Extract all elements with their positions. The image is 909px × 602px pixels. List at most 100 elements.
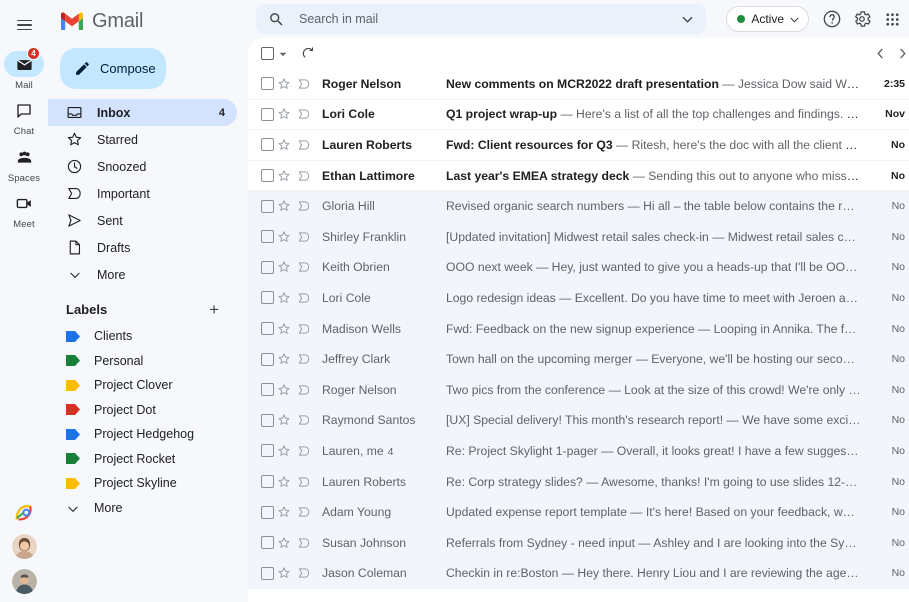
- contacts-icon[interactable]: [13, 502, 35, 524]
- sidebar-item-starred[interactable]: Starred: [48, 126, 237, 153]
- row-checkbox[interactable]: [261, 77, 274, 91]
- star-icon[interactable]: [274, 352, 294, 366]
- row-checkbox[interactable]: [261, 260, 274, 274]
- refresh-icon[interactable]: [296, 42, 320, 66]
- apps-grid-icon[interactable]: [877, 4, 907, 34]
- sidebar-label-project-skyline[interactable]: Project Skyline: [48, 471, 237, 496]
- table-row[interactable]: Lauren Roberts Re: Corp strategy slides? …: [248, 466, 909, 498]
- star-icon[interactable]: [274, 199, 294, 213]
- sidebar-item-drafts[interactable]: Drafts: [48, 234, 237, 261]
- sidebar-item-sent[interactable]: Sent: [48, 207, 237, 234]
- prev-page-button[interactable]: [869, 43, 891, 65]
- sidebar-label-project-rocket[interactable]: Project Rocket: [48, 447, 237, 472]
- row-checkbox[interactable]: [261, 199, 274, 213]
- star-icon[interactable]: [274, 291, 294, 305]
- sidebar-item-important[interactable]: Important: [48, 180, 237, 207]
- row-checkbox[interactable]: [261, 505, 274, 519]
- important-marker-icon[interactable]: [294, 230, 314, 244]
- important-marker-icon[interactable]: [294, 413, 314, 427]
- row-checkbox[interactable]: [261, 169, 274, 183]
- compose-button[interactable]: Compose: [60, 48, 166, 89]
- row-checkbox[interactable]: [261, 230, 274, 244]
- gear-icon[interactable]: [847, 4, 877, 34]
- star-icon[interactable]: [274, 107, 294, 121]
- row-checkbox[interactable]: [261, 475, 274, 489]
- important-marker-icon[interactable]: [294, 77, 314, 91]
- table-row[interactable]: Jason Coleman Checkin in re:Boston — Hey …: [248, 558, 909, 590]
- star-icon[interactable]: [274, 505, 294, 519]
- star-icon[interactable]: [274, 230, 294, 244]
- important-marker-icon[interactable]: [294, 444, 314, 458]
- star-icon[interactable]: [274, 138, 294, 152]
- hamburger-menu-icon[interactable]: [7, 8, 41, 42]
- plus-icon[interactable]: +: [209, 301, 219, 318]
- table-row[interactable]: Roger Nelson New comments on MCR2022 draf…: [248, 69, 909, 100]
- star-icon[interactable]: [274, 260, 294, 274]
- search-options-icon[interactable]: [676, 8, 698, 30]
- important-marker-icon[interactable]: [294, 352, 314, 366]
- important-marker-icon[interactable]: [294, 322, 314, 336]
- sidebar-labels-more[interactable]: More: [48, 496, 237, 521]
- next-page-button[interactable]: [891, 43, 909, 65]
- rail-item-mail[interactable]: 4 Mail: [0, 47, 48, 91]
- avatar-1[interactable]: [11, 534, 37, 559]
- sidebar-item-snoozed[interactable]: Snoozed: [48, 153, 237, 180]
- star-icon[interactable]: [274, 383, 294, 397]
- search-bar[interactable]: [256, 4, 707, 34]
- rail-item-meet[interactable]: Meet: [0, 191, 48, 230]
- important-marker-icon[interactable]: [294, 291, 314, 305]
- table-row[interactable]: Gloria Hill Revised organic search number…: [248, 191, 909, 222]
- table-row[interactable]: Jeffrey Clark Town hall on the upcoming m…: [248, 344, 909, 375]
- star-icon[interactable]: [274, 475, 294, 489]
- star-icon[interactable]: [274, 322, 294, 336]
- gmail-brand[interactable]: Gmail: [48, 2, 246, 40]
- row-checkbox[interactable]: [261, 383, 274, 397]
- sidebar-label-project-clover[interactable]: Project Clover: [48, 373, 237, 398]
- row-checkbox[interactable]: [261, 138, 274, 152]
- table-row[interactable]: Shirley Franklin [Updated invitation] Mid…: [248, 221, 909, 253]
- status-badge[interactable]: Active: [726, 6, 809, 32]
- star-icon[interactable]: [274, 77, 294, 91]
- row-checkbox[interactable]: [261, 566, 274, 580]
- sidebar-label-personal[interactable]: Personal: [48, 349, 237, 374]
- table-row[interactable]: Raymond Santos [UX] Special delivery! Thi…: [248, 405, 909, 437]
- important-marker-icon[interactable]: [294, 505, 314, 519]
- row-checkbox[interactable]: [261, 322, 274, 336]
- table-row[interactable]: Lauren Roberts Fwd: Client resources for …: [248, 130, 909, 161]
- table-row[interactable]: Lori Cole Q1 project wrap-up — Here's a l…: [248, 99, 909, 131]
- help-icon[interactable]: [817, 4, 847, 34]
- table-row[interactable]: Lauren, me 4 Re: Project Skylight 1-pager …: [248, 436, 909, 467]
- sidebar-label-clients[interactable]: Clients: [48, 324, 237, 349]
- table-row[interactable]: Keith Obrien OOO next week — Hey, just wa…: [248, 252, 909, 284]
- sidebar-label-project-hedgehog[interactable]: Project Hedgehog: [48, 422, 237, 447]
- sidebar-label-project-dot[interactable]: Project Dot: [48, 398, 237, 423]
- rail-item-chat[interactable]: Chat: [0, 98, 48, 137]
- table-row[interactable]: Ethan Lattimore Last year's EMEA strategy…: [248, 160, 909, 192]
- table-row[interactable]: Lori Cole Logo redesign ideas — Excellent…: [248, 283, 909, 314]
- row-checkbox[interactable]: [261, 536, 274, 550]
- important-marker-icon[interactable]: [294, 536, 314, 550]
- star-icon[interactable]: [274, 566, 294, 580]
- important-marker-icon[interactable]: [294, 260, 314, 274]
- star-icon[interactable]: [274, 169, 294, 183]
- row-checkbox[interactable]: [261, 352, 274, 366]
- row-checkbox[interactable]: [261, 107, 274, 121]
- important-marker-icon[interactable]: [294, 199, 314, 213]
- sidebar-item-more[interactable]: More: [48, 261, 237, 288]
- row-checkbox[interactable]: [261, 291, 274, 305]
- sidebar-item-inbox[interactable]: Inbox 4: [48, 99, 237, 126]
- search-input[interactable]: [285, 12, 677, 26]
- avatar-2[interactable]: [11, 569, 37, 594]
- row-checkbox[interactable]: [261, 444, 274, 458]
- table-row[interactable]: Adam Young Updated expense report templat…: [248, 497, 909, 528]
- table-row[interactable]: Roger Nelson Two pics from the conference…: [248, 374, 909, 406]
- rail-item-spaces[interactable]: Spaces: [0, 144, 48, 184]
- important-marker-icon[interactable]: [294, 383, 314, 397]
- important-marker-icon[interactable]: [294, 169, 314, 183]
- table-row[interactable]: Madison Wells Fwd: Feedback on the new si…: [248, 313, 909, 345]
- important-marker-icon[interactable]: [294, 138, 314, 152]
- row-checkbox[interactable]: [261, 413, 274, 427]
- star-icon[interactable]: [274, 444, 294, 458]
- table-row[interactable]: Susan Johnson Referrals from Sydney - nee…: [248, 527, 909, 559]
- important-marker-icon[interactable]: [294, 475, 314, 489]
